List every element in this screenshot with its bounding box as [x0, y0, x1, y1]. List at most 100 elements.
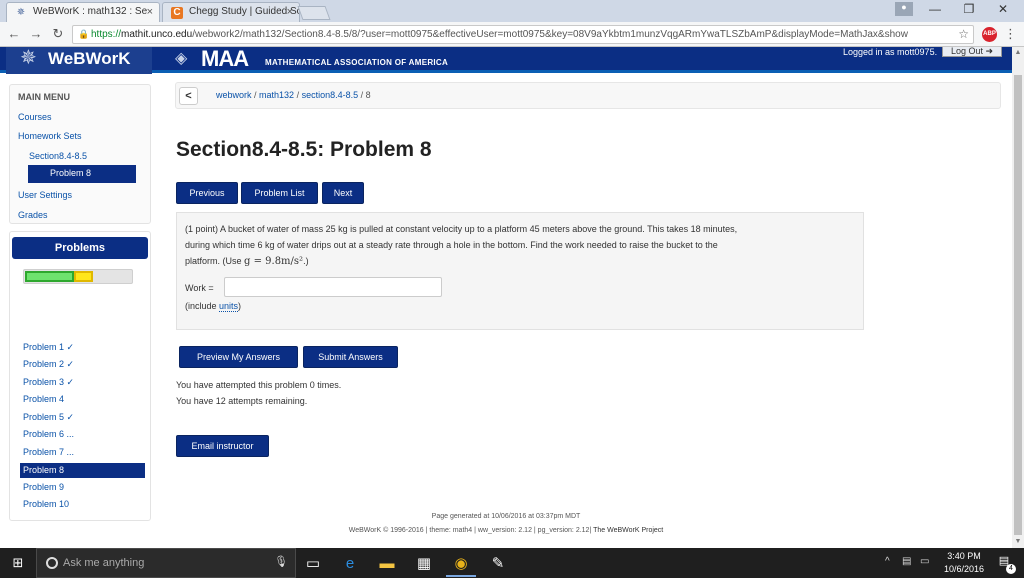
problem-list-button[interactable]: Problem List [241, 182, 318, 204]
forward-arrow-icon[interactable]: → [28, 26, 44, 42]
breadcrumb-webwork[interactable]: webwork [216, 90, 252, 100]
include-post: ) [238, 301, 242, 311]
show-hidden-icons-icon[interactable]: ^ [885, 556, 890, 567]
profile-icon[interactable]: ● [895, 2, 913, 16]
breadcrumb-back-button[interactable]: < [179, 87, 198, 105]
problem-link-8-active[interactable]: Problem 8 [20, 463, 145, 478]
close-icon[interactable]: × [287, 6, 293, 18]
problem-link-7[interactable]: Problem 7 ... [23, 447, 74, 457]
breadcrumb-section[interactable]: section8.4-8.5 [302, 90, 359, 100]
taskbar: ⊞ Ask me anything 🎙 ▭ e ▬ ▦ ◉ ✎ ^ ▤ ▭ 3:… [0, 548, 1024, 578]
webwork-logo[interactable]: ✵ WeBWorK [6, 47, 152, 74]
footer-copyright: WeBWorK © 1996-2016 | theme: math4 | ww_… [348, 527, 592, 534]
problem-link-10[interactable]: Problem 10 [23, 499, 69, 509]
problem-statement-box: (1 point) A bucket of water of mass 25 k… [176, 212, 864, 330]
work-label: Work = [185, 283, 214, 293]
pinned-app-icon[interactable]: ✎ [483, 551, 513, 577]
url-input[interactable]: 🔒 https://mathit.unco.edu/webwork2/math1… [72, 25, 974, 44]
webwork-header: ✵ WeBWorK ◈ MAA MATHEMATICAL ASSOCIATION … [0, 47, 1012, 74]
maa-subtitle: MATHEMATICAL ASSOCIATION OF AMERICA [265, 58, 449, 67]
back-arrow-icon[interactable]: ← [6, 26, 22, 42]
close-icon[interactable]: × [147, 6, 153, 18]
problem-line-3-post: .) [303, 256, 309, 266]
menu-courses-link[interactable]: Courses [18, 112, 52, 122]
webwork-star-icon: ✵ [20, 47, 37, 69]
chrome-icon[interactable]: ◉ [446, 551, 476, 577]
browser-tab-strip: ✵ WeBWorK : math132 : Se × C Chegg Study… [0, 0, 1024, 22]
minimize-icon[interactable]: — [920, 2, 950, 20]
include-units-hint: (include units) [185, 301, 242, 312]
progress-bar [23, 269, 133, 284]
tab-webwork-title: WeBWorK : math132 : Se [33, 6, 148, 17]
webwork-project-link[interactable]: The WeBWorK Project [593, 527, 663, 534]
window-close-icon[interactable]: ✕ [988, 2, 1018, 20]
email-instructor-button[interactable]: Email instructor [176, 435, 269, 457]
scroll-down-icon[interactable]: ▼ [1012, 536, 1024, 548]
search-placeholder: Ask me anything [63, 557, 145, 569]
url-host: mathit.unco.edu [121, 29, 193, 40]
cortana-search-input[interactable]: Ask me anything [36, 548, 296, 578]
work-answer-input[interactable] [224, 277, 442, 297]
notification-count-badge: 4 [1006, 564, 1016, 574]
progress-bar-correct [25, 271, 74, 282]
maa-logo[interactable]: ◈ MAA [175, 47, 249, 71]
main-menu: MAIN MENU Courses Homework Sets Section8… [9, 84, 151, 224]
browser-menu-icon[interactable]: ⋮ [1004, 26, 1017, 42]
breadcrumb-path: webwork / math132 / section8.4-8.5 / 8 [216, 90, 371, 100]
chegg-c-icon: C [171, 7, 183, 19]
problem-line-3: platform. (Use g = 9.8m/s².) [185, 253, 857, 270]
breadcrumb-separator: / [251, 90, 260, 100]
breadcrumb-separator: / [294, 90, 302, 100]
windows-start-icon[interactable]: ⊞ [0, 548, 36, 578]
microphone-icon[interactable]: 🎙 [274, 555, 288, 568]
problems-panel: Problems Problem 1 ✓ Problem 2 ✓ Problem… [9, 231, 151, 521]
store-icon[interactable]: ▦ [409, 551, 439, 577]
menu-section-link[interactable]: Section8.4-8.5 [29, 151, 87, 161]
problem-link-6[interactable]: Problem 6 ... [23, 429, 74, 439]
breadcrumb-course[interactable]: math132 [259, 90, 294, 100]
attempts-made: You have attempted this problem 0 times. [176, 380, 342, 390]
page-viewport: ✵ WeBWorK ◈ MAA MATHEMATICAL ASSOCIATION … [0, 47, 1012, 548]
units-help-link[interactable]: units [219, 301, 239, 312]
clock-date: 10/6/2016 [943, 564, 985, 574]
url-scheme: https:// [91, 29, 122, 40]
menu-grades-link[interactable]: Grades [18, 210, 48, 220]
problem-link-9[interactable]: Problem 9 [23, 482, 64, 492]
problem-link-5[interactable]: Problem 5 ✓ [23, 412, 74, 423]
file-explorer-icon[interactable]: ▬ [372, 551, 402, 577]
main-menu-title: MAIN MENU [18, 92, 70, 102]
webwork-star-icon: ✵ [16, 7, 26, 18]
next-button[interactable]: Next [322, 182, 364, 204]
scroll-thumb[interactable] [1014, 75, 1022, 535]
clock-time: 3:40 PM [947, 551, 981, 561]
system-clock[interactable]: 3:40 PM 10/6/2016 [938, 550, 990, 576]
page-scrollbar[interactable]: ▲ ▼ [1012, 47, 1024, 548]
tab-webwork[interactable]: ✵ WeBWorK : math132 : Se × [6, 2, 160, 22]
scroll-up-icon[interactable]: ▲ [1012, 47, 1024, 59]
adblock-icon[interactable]: ABP [982, 27, 997, 42]
restore-icon[interactable]: ❐ [954, 2, 984, 20]
tab-chegg-title: Chegg Study | Guided So [189, 6, 300, 17]
task-view-icon[interactable]: ▭ [298, 551, 328, 577]
include-pre: (include [185, 301, 220, 311]
new-tab-button[interactable] [297, 6, 331, 20]
problem-link-2[interactable]: Problem 2 ✓ [23, 359, 74, 370]
preview-answers-button[interactable]: Preview My Answers [179, 346, 298, 368]
menu-user-settings-link[interactable]: User Settings [18, 190, 72, 200]
problem-link-4[interactable]: Problem 4 [23, 394, 64, 404]
tab-chegg[interactable]: C Chegg Study | Guided So × [162, 2, 300, 22]
battery-icon[interactable]: ▭ [920, 556, 929, 567]
network-icon[interactable]: ▤ [902, 556, 911, 567]
bookmark-star-icon[interactable]: ☆ [958, 26, 969, 43]
reload-icon[interactable]: ↻ [50, 26, 66, 42]
logout-button[interactable]: Log Out ➜ [942, 47, 1002, 57]
submit-answers-button[interactable]: Submit Answers [303, 346, 398, 368]
menu-problem-8-active[interactable]: Problem 8 [28, 165, 136, 183]
breadcrumb: < webwork / math132 / section8.4-8.5 / 8 [175, 82, 1001, 109]
problem-link-3[interactable]: Problem 3 ✓ [23, 377, 74, 388]
edge-browser-icon[interactable]: e [335, 551, 365, 577]
problem-link-1[interactable]: Problem 1 ✓ [23, 342, 74, 353]
maa-emblem-icon: ◈ [175, 50, 187, 67]
previous-button[interactable]: Previous [176, 182, 238, 204]
menu-homework-sets-link[interactable]: Homework Sets [18, 131, 82, 141]
